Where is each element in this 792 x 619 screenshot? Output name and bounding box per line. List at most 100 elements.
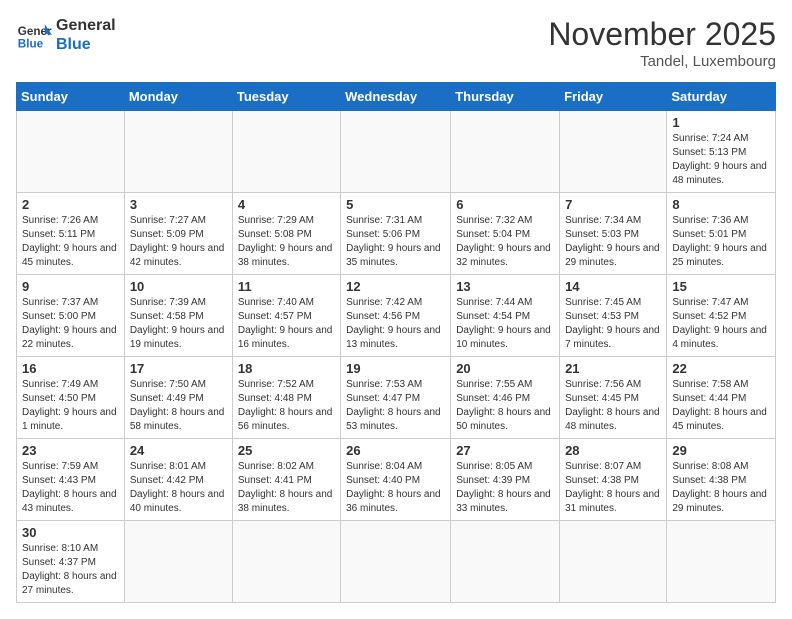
day-number: 16 <box>22 361 119 376</box>
month-title: November 2025 <box>548 16 776 53</box>
calendar-cell <box>341 521 451 603</box>
day-info: Sunrise: 8:10 AM Sunset: 4:37 PM Dayligh… <box>22 542 119 598</box>
calendar-body: 1 Sunrise: 7:24 AM Sunset: 5:13 PM Daylig… <box>17 111 776 603</box>
calendar-cell: 15 Sunrise: 7:47 AM Sunset: 4:52 PM Dayli… <box>667 275 776 357</box>
calendar-week-row: 2Sunrise: 7:26 AM Sunset: 5:11 PM Daylig… <box>17 193 776 275</box>
calendar-cell <box>17 111 125 193</box>
svg-text:Blue: Blue <box>18 38 44 51</box>
day-info: Sunrise: 7:52 AM Sunset: 4:48 PM Dayligh… <box>238 378 335 434</box>
day-info: Sunrise: 7:31 AM Sunset: 5:06 PM Dayligh… <box>346 214 445 270</box>
day-info: Sunrise: 7:58 AM Sunset: 4:44 PM Dayligh… <box>672 378 770 434</box>
location: Tandel, Luxembourg <box>548 53 776 70</box>
day-info: Sunrise: 7:50 AM Sunset: 4:49 PM Dayligh… <box>130 378 227 434</box>
calendar-cell: 18Sunrise: 7:52 AM Sunset: 4:48 PM Dayli… <box>232 357 340 439</box>
day-number: 9 <box>22 279 119 294</box>
calendar-cell <box>124 111 232 193</box>
day-of-week-header: Wednesday <box>341 83 451 111</box>
day-number: 1 <box>672 115 770 130</box>
day-number: 6 <box>456 197 554 212</box>
day-of-week-header: Tuesday <box>232 83 340 111</box>
calendar-cell: 19Sunrise: 7:53 AM Sunset: 4:47 PM Dayli… <box>341 357 451 439</box>
calendar-cell: 24 Sunrise: 8:01 AM Sunset: 4:42 PM Dayli… <box>124 439 232 521</box>
day-number: 5 <box>346 197 445 212</box>
day-number: 21 <box>565 361 661 376</box>
day-number: 10 <box>130 279 227 294</box>
logo: General Blue General Blue <box>16 16 116 54</box>
day-number: 7 <box>565 197 661 212</box>
day-info: Sunrise: 8:08 AM Sunset: 4:38 PM Dayligh… <box>672 460 770 516</box>
logo-icon: General Blue <box>16 17 52 53</box>
day-info: Sunrise: 7:40 AM Sunset: 4:57 PM Dayligh… <box>238 296 335 352</box>
day-info: Sunrise: 7:27 AM Sunset: 5:09 PM Dayligh… <box>130 214 227 270</box>
calendar-header: SundayMondayTuesdayWednesdayThursdayFrid… <box>17 83 776 111</box>
day-info: Sunrise: 7:49 AM Sunset: 4:50 PM Dayligh… <box>22 378 119 434</box>
calendar-cell: 14 Sunrise: 7:45 AM Sunset: 4:53 PM Dayli… <box>560 275 667 357</box>
header: General Blue General Blue November 2025 … <box>16 16 776 70</box>
calendar-cell: 29 Sunrise: 8:08 AM Sunset: 4:38 PM Dayli… <box>667 439 776 521</box>
day-info: Sunrise: 8:04 AM Sunset: 4:40 PM Dayligh… <box>346 460 445 516</box>
day-number: 15 <box>672 279 770 294</box>
day-number: 26 <box>346 443 445 458</box>
day-number: 23 <box>22 443 119 458</box>
day-number: 24 <box>130 443 227 458</box>
day-number: 11 <box>238 279 335 294</box>
day-number: 14 <box>565 279 661 294</box>
calendar-cell <box>341 111 451 193</box>
day-info: Sunrise: 7:36 AM Sunset: 5:01 PM Dayligh… <box>672 214 770 270</box>
calendar-cell: 26 Sunrise: 8:04 AM Sunset: 4:40 PM Dayli… <box>341 439 451 521</box>
calendar: SundayMondayTuesdayWednesdayThursdayFrid… <box>16 82 776 603</box>
calendar-cell: 30Sunrise: 8:10 AM Sunset: 4:37 PM Dayli… <box>17 521 125 603</box>
calendar-week-row: 9 Sunrise: 7:37 AM Sunset: 5:00 PM Daylig… <box>17 275 776 357</box>
day-of-week-header: Monday <box>124 83 232 111</box>
day-info: Sunrise: 7:59 AM Sunset: 4:43 PM Dayligh… <box>22 460 119 516</box>
day-number: 25 <box>238 443 335 458</box>
day-number: 29 <box>672 443 770 458</box>
day-info: Sunrise: 8:07 AM Sunset: 4:38 PM Dayligh… <box>565 460 661 516</box>
day-info: Sunrise: 7:24 AM Sunset: 5:13 PM Dayligh… <box>672 132 770 188</box>
calendar-week-row: 16 Sunrise: 7:49 AM Sunset: 4:50 PM Dayli… <box>17 357 776 439</box>
title-area: November 2025 Tandel, Luxembourg <box>548 16 776 70</box>
calendar-week-row: 30Sunrise: 8:10 AM Sunset: 4:37 PM Dayli… <box>17 521 776 603</box>
day-info: Sunrise: 7:47 AM Sunset: 4:52 PM Dayligh… <box>672 296 770 352</box>
calendar-cell <box>560 111 667 193</box>
calendar-cell: 17 Sunrise: 7:50 AM Sunset: 4:49 PM Dayli… <box>124 357 232 439</box>
day-number: 12 <box>346 279 445 294</box>
day-info: Sunrise: 7:56 AM Sunset: 4:45 PM Dayligh… <box>565 378 661 434</box>
day-number: 4 <box>238 197 335 212</box>
calendar-cell <box>124 521 232 603</box>
calendar-cell: 20Sunrise: 7:55 AM Sunset: 4:46 PM Dayli… <box>451 357 560 439</box>
calendar-cell: 13 Sunrise: 7:44 AM Sunset: 4:54 PM Dayli… <box>451 275 560 357</box>
calendar-cell: 6Sunrise: 7:32 AM Sunset: 5:04 PM Daylig… <box>451 193 560 275</box>
calendar-cell <box>232 521 340 603</box>
day-info: Sunrise: 8:02 AM Sunset: 4:41 PM Dayligh… <box>238 460 335 516</box>
calendar-cell: 4 Sunrise: 7:29 AM Sunset: 5:08 PM Daylig… <box>232 193 340 275</box>
calendar-cell: 22Sunrise: 7:58 AM Sunset: 4:44 PM Dayli… <box>667 357 776 439</box>
day-of-week-header: Thursday <box>451 83 560 111</box>
day-info: Sunrise: 7:55 AM Sunset: 4:46 PM Dayligh… <box>456 378 554 434</box>
days-of-week-row: SundayMondayTuesdayWednesdayThursdayFrid… <box>17 83 776 111</box>
calendar-cell: 16 Sunrise: 7:49 AM Sunset: 4:50 PM Dayli… <box>17 357 125 439</box>
day-info: Sunrise: 7:29 AM Sunset: 5:08 PM Dayligh… <box>238 214 335 270</box>
day-number: 19 <box>346 361 445 376</box>
calendar-cell <box>451 521 560 603</box>
calendar-cell: 3Sunrise: 7:27 AM Sunset: 5:09 PM Daylig… <box>124 193 232 275</box>
day-number: 8 <box>672 197 770 212</box>
day-info: Sunrise: 7:42 AM Sunset: 4:56 PM Dayligh… <box>346 296 445 352</box>
day-number: 13 <box>456 279 554 294</box>
calendar-cell: 5 Sunrise: 7:31 AM Sunset: 5:06 PM Daylig… <box>341 193 451 275</box>
calendar-cell <box>232 111 340 193</box>
day-info: Sunrise: 7:37 AM Sunset: 5:00 PM Dayligh… <box>22 296 119 352</box>
calendar-cell: 10Sunrise: 7:39 AM Sunset: 4:58 PM Dayli… <box>124 275 232 357</box>
calendar-cell: 11 Sunrise: 7:40 AM Sunset: 4:57 PM Dayli… <box>232 275 340 357</box>
calendar-cell: 2Sunrise: 7:26 AM Sunset: 5:11 PM Daylig… <box>17 193 125 275</box>
day-number: 28 <box>565 443 661 458</box>
day-info: Sunrise: 8:05 AM Sunset: 4:39 PM Dayligh… <box>456 460 554 516</box>
day-info: Sunrise: 7:44 AM Sunset: 4:54 PM Dayligh… <box>456 296 554 352</box>
day-info: Sunrise: 8:01 AM Sunset: 4:42 PM Dayligh… <box>130 460 227 516</box>
calendar-week-row: 1 Sunrise: 7:24 AM Sunset: 5:13 PM Daylig… <box>17 111 776 193</box>
calendar-week-row: 23 Sunrise: 7:59 AM Sunset: 4:43 PM Dayli… <box>17 439 776 521</box>
calendar-cell: 7 Sunrise: 7:34 AM Sunset: 5:03 PM Daylig… <box>560 193 667 275</box>
day-number: 17 <box>130 361 227 376</box>
day-info: Sunrise: 7:34 AM Sunset: 5:03 PM Dayligh… <box>565 214 661 270</box>
day-info: Sunrise: 7:45 AM Sunset: 4:53 PM Dayligh… <box>565 296 661 352</box>
